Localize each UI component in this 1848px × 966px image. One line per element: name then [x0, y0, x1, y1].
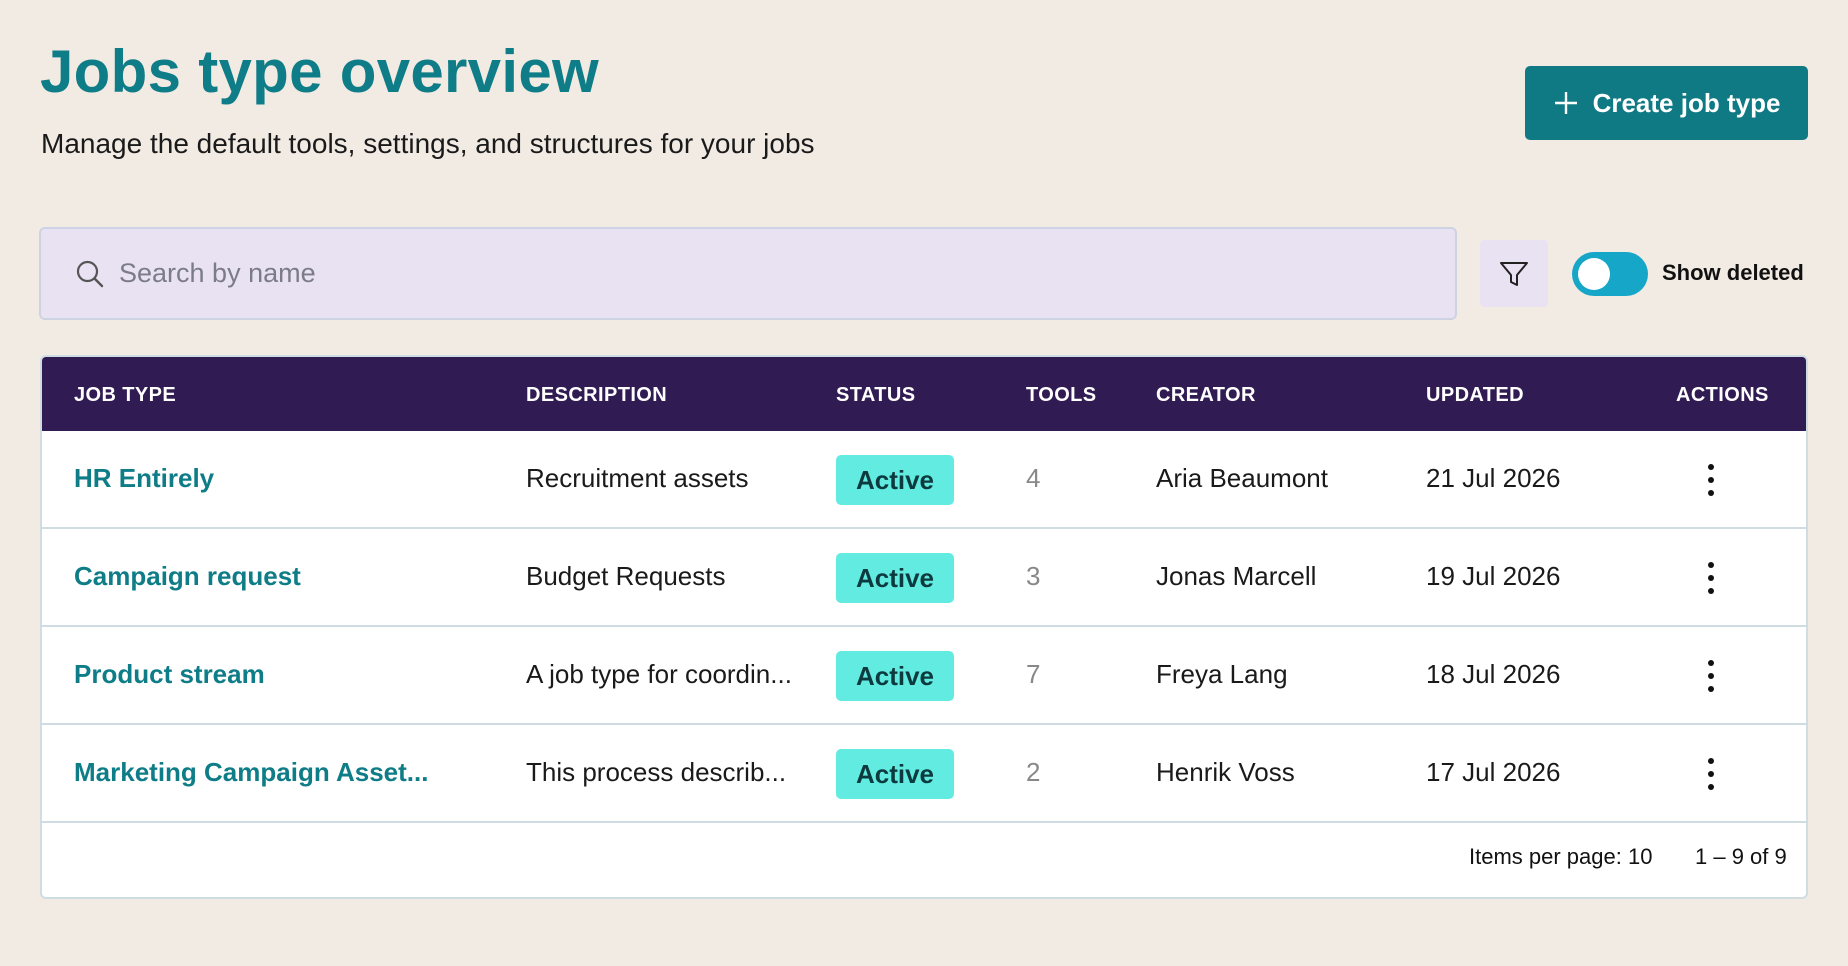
search-box — [39, 227, 1457, 320]
table-row[interactable]: Campaign request Budget Requests Active … — [42, 529, 1806, 627]
updated-date: 19 Jul 2026 — [1426, 561, 1561, 591]
job-type-description: A job type for coordin... — [526, 659, 792, 689]
row-actions-menu-button[interactable] — [1696, 655, 1726, 697]
more-vertical-icon — [1708, 758, 1714, 790]
table-row[interactable]: Product stream A job type for coordin...… — [42, 627, 1806, 725]
job-type-description: Budget Requests — [526, 561, 726, 591]
more-vertical-icon — [1708, 464, 1714, 496]
job-type-name-link[interactable]: HR Entirely — [74, 465, 214, 491]
search-input[interactable] — [117, 257, 1421, 290]
tools-count: 4 — [1026, 463, 1041, 493]
items-per-page-select[interactable]: Items per page: 10 — [1469, 846, 1652, 868]
table-row[interactable]: HR Entirely Recruitment assets Active 4 … — [42, 431, 1806, 529]
creator-name: Freya Lang — [1156, 659, 1288, 689]
updated-date: 18 Jul 2026 — [1426, 659, 1561, 689]
column-header-creator[interactable]: CREATOR — [1156, 385, 1256, 405]
column-header-updated[interactable]: UPDATED — [1426, 385, 1524, 405]
job-type-name-link[interactable]: Product stream — [74, 661, 265, 687]
tools-count: 2 — [1026, 757, 1041, 787]
pagination-range: 1 – 9 of 9 — [1695, 844, 1787, 869]
tools-count: 7 — [1026, 659, 1041, 689]
show-deleted-toggle[interactable] — [1572, 252, 1648, 296]
search-icon — [76, 260, 104, 287]
row-actions-menu-button[interactable] — [1696, 557, 1726, 599]
create-job-type-button[interactable]: Create job type — [1525, 66, 1808, 140]
column-header-description[interactable]: DESCRIPTION — [526, 385, 667, 405]
status-badge: Active — [836, 749, 954, 799]
job-types-page: Jobs type overview Manage the default to… — [0, 0, 1848, 966]
job-type-name-link[interactable]: Campaign request — [74, 563, 301, 589]
job-type-description: Recruitment assets — [526, 463, 749, 493]
status-badge: Active — [836, 455, 954, 505]
creator-name: Aria Beaumont — [1156, 463, 1328, 493]
filter-icon — [1500, 261, 1528, 286]
row-actions-menu-button[interactable] — [1696, 753, 1726, 795]
updated-date: 21 Jul 2026 — [1426, 463, 1561, 493]
status-badge: Active — [836, 651, 954, 701]
table-row[interactable]: Marketing Campaign Asset... This process… — [42, 725, 1806, 823]
filter-button[interactable] — [1480, 240, 1548, 307]
updated-date: 17 Jul 2026 — [1426, 757, 1561, 787]
page-title: Jobs type overview — [40, 38, 599, 105]
plus-icon — [1554, 92, 1577, 114]
tools-count: 3 — [1026, 561, 1041, 591]
create-job-type-label: Create job type — [1592, 87, 1781, 118]
status-badge: Active — [836, 553, 954, 603]
job-type-description: This process describ... — [526, 757, 787, 787]
show-deleted-label: Show deleted — [1662, 260, 1804, 285]
column-header-status[interactable]: STATUS — [836, 385, 915, 405]
creator-name: Henrik Voss — [1156, 757, 1295, 787]
row-actions-menu-button[interactable] — [1696, 459, 1726, 501]
column-header-job-type[interactable]: JOB TYPE — [74, 385, 176, 405]
more-vertical-icon — [1708, 660, 1714, 692]
column-header-actions: ACTIONS — [1676, 384, 1769, 406]
more-vertical-icon — [1708, 562, 1714, 594]
job-types-table: JOB TYPE DESCRIPTION STATUS TOOLS CREATO… — [40, 355, 1808, 899]
page-subtitle: Manage the default tools, settings, and … — [41, 128, 815, 159]
toggle-knob — [1578, 258, 1610, 290]
table-header: JOB TYPE DESCRIPTION STATUS TOOLS CREATO… — [42, 357, 1806, 431]
column-header-tools[interactable]: TOOLS — [1026, 385, 1097, 405]
creator-name: Jonas Marcell — [1156, 561, 1317, 591]
job-type-name-link[interactable]: Marketing Campaign Asset... — [74, 759, 428, 785]
